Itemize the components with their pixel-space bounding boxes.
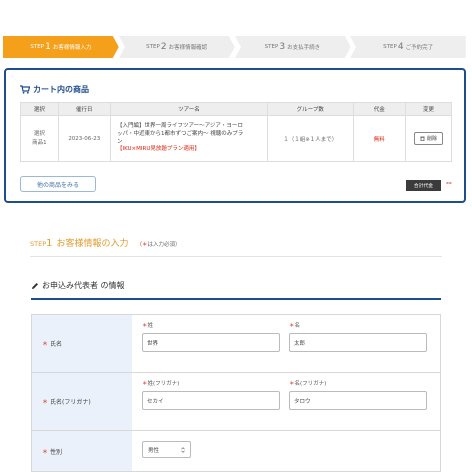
kana-row-fields: ＊姓(フリガナ) ＊名(フリガナ) xyxy=(132,373,440,430)
view-more-products-button[interactable]: 他の商品をみる xyxy=(20,176,96,192)
gender-row-fields: 男性 xyxy=(132,431,440,471)
step-4: STEP 4 ご予約完了 xyxy=(350,36,466,58)
cart-icon xyxy=(20,85,30,94)
step-3-number: 3 xyxy=(279,42,286,52)
header-price: 代金 xyxy=(352,102,406,116)
applicant-heading-text: お申込み代表者 の情報 xyxy=(42,281,125,290)
step-4-prefix: STEP xyxy=(383,44,397,50)
name-row-label: ＊氏名 xyxy=(32,315,132,372)
step-2-number: 2 xyxy=(160,42,167,52)
section-divider xyxy=(30,256,442,257)
section-step-number: 1 xyxy=(46,238,53,249)
last-name-field: ＊姓 xyxy=(142,321,283,366)
header-change: 変更 xyxy=(404,102,453,116)
step-2-label: お客様情報確認 xyxy=(168,45,208,51)
step-3-prefix: STEP xyxy=(264,44,279,50)
form-row-kana: ＊氏名(フリガナ) ＊姓(フリガナ) ＊名(フリガナ) xyxy=(32,373,440,431)
last-name-kana-caption: ＊姓(フリガナ) xyxy=(142,381,180,387)
gender-select-value: 男性 xyxy=(148,447,160,454)
header-select: 選択 xyxy=(20,102,59,116)
gender-label-text: 性別 xyxy=(50,448,63,456)
name-row-fields: ＊姓 ＊名 xyxy=(132,315,440,372)
step-progress-bar: STEP 1 お客様情報入力 STEP 2 お客様情報確認 STEP 3 お支払手続き ST… xyxy=(3,36,466,58)
kana-label-text: 氏名(フリガナ) xyxy=(50,399,91,406)
applicant-form: ＊氏名 ＊姓 ＊名 ＊氏名(フリガナ) ＊姓(フリガナ) ＊名(フリガナ) xyxy=(31,314,441,472)
gender-row-label: ＊性別 xyxy=(32,431,132,471)
delete-button[interactable]: 削除 xyxy=(413,132,443,145)
cart-title-text: カート内の商品 xyxy=(33,85,89,94)
last-name-kana-field: ＊姓(フリガナ) xyxy=(142,379,283,424)
last-name-kana-caption-text: 姓(フリガナ) xyxy=(147,381,180,387)
step-1-label: お客様情報入力 xyxy=(52,45,92,51)
section-step-prefix: STEP xyxy=(30,240,47,248)
section-title: お客様情報の入力 xyxy=(56,239,129,249)
first-name-kana-caption-text: 名(フリガナ) xyxy=(294,381,327,387)
row-tour-name: 【入門編】世界一周ライフツアー〜アジア・ヨーロ ッパ・中近東から1都市ずつご案内… xyxy=(109,115,268,162)
step-1: STEP 1 お客様情報入力 xyxy=(3,36,119,58)
header-groups: グループ数 xyxy=(266,102,354,116)
cart-title: カート内の商品 xyxy=(20,84,89,95)
row-date: 2023-06-23 xyxy=(57,115,111,162)
step-3: STEP 3 お支払手続き xyxy=(234,36,351,58)
applicant-heading: お申込み代表者 の情報 xyxy=(31,280,125,291)
form-row-name: ＊氏名 ＊姓 ＊名 xyxy=(32,315,440,373)
step-4-label: ご予約完了 xyxy=(405,45,434,51)
trash-icon xyxy=(420,136,425,141)
select-updown-icon xyxy=(181,446,185,453)
cart-table: 選択 催行日 ツアー名 グループ数 代金 変更 選択 商品1 2023-06-2… xyxy=(20,102,453,162)
step-1-prefix: STEP xyxy=(30,44,45,50)
pencil-icon xyxy=(32,282,38,289)
first-name-kana-caption: ＊名(フリガナ) xyxy=(289,381,327,387)
tour-name-line-1: 【入門編】世界一周ライフツアー〜アジア・ヨーロ xyxy=(116,122,243,129)
kana-row-label: ＊氏名(フリガナ) xyxy=(32,373,132,430)
applicant-heading-underline xyxy=(31,298,441,300)
first-name-input[interactable] xyxy=(289,333,427,352)
header-date: 催行日 xyxy=(57,102,111,116)
last-name-caption: ＊姓 xyxy=(142,323,154,329)
step-2-prefix: STEP xyxy=(146,44,160,50)
step-3-label: お支払手続き xyxy=(287,45,321,51)
tour-plan-note: 【IKU×MIRU見放題プラン適用】 xyxy=(116,146,200,153)
tour-name-line-2: ッパ・中近東から1都市ずつご案内〜 視聴のみプラ xyxy=(116,130,244,137)
last-name-caption-text: 姓 xyxy=(147,323,154,329)
total-price-value: -- xyxy=(446,179,452,187)
first-name-caption-text: 名 xyxy=(294,323,301,329)
first-name-caption: ＊名 xyxy=(289,323,301,329)
step-4-number: 4 xyxy=(397,42,404,52)
step-2: STEP 2 お客様情報確認 xyxy=(118,36,235,58)
row-select-label: 選択 商品1 xyxy=(20,115,59,162)
first-name-kana-input[interactable] xyxy=(289,391,427,410)
row-groups: １（１組※１人まで） xyxy=(266,115,354,162)
first-name-kana-field: ＊名(フリガナ) xyxy=(289,379,430,424)
total-price-label: 合計代金 xyxy=(406,180,441,191)
delete-button-label: 削除 xyxy=(426,136,437,142)
name-label-text: 氏名 xyxy=(50,341,63,348)
row-change-cell: 削除 xyxy=(404,115,453,162)
section-heading: STEP 1 お客様情報の入力 （＊ は入力必須） xyxy=(30,236,181,249)
header-tour: ツアー名 xyxy=(109,102,268,116)
required-note-text: は入力必須） xyxy=(147,242,181,248)
last-name-input[interactable] xyxy=(142,333,280,352)
cart-panel: カート内の商品 選択 催行日 ツアー名 グループ数 代金 変更 選択 商品1 2… xyxy=(4,68,466,203)
form-row-gender: ＊性別 男性 xyxy=(32,431,440,471)
gender-select[interactable]: 男性 xyxy=(142,441,191,458)
required-note-marker: （＊ xyxy=(136,242,148,248)
table-row: 選択 商品1 2023-06-23 【入門編】世界一周ライフツアー〜アジア・ヨー… xyxy=(20,115,453,162)
last-name-kana-input[interactable] xyxy=(142,391,280,410)
first-name-field: ＊名 xyxy=(289,321,430,366)
row-price: 無料 xyxy=(352,115,406,162)
step-1-number: 1 xyxy=(45,42,51,52)
cart-table-header: 選択 催行日 ツアー名 グループ数 代金 変更 xyxy=(20,102,453,116)
